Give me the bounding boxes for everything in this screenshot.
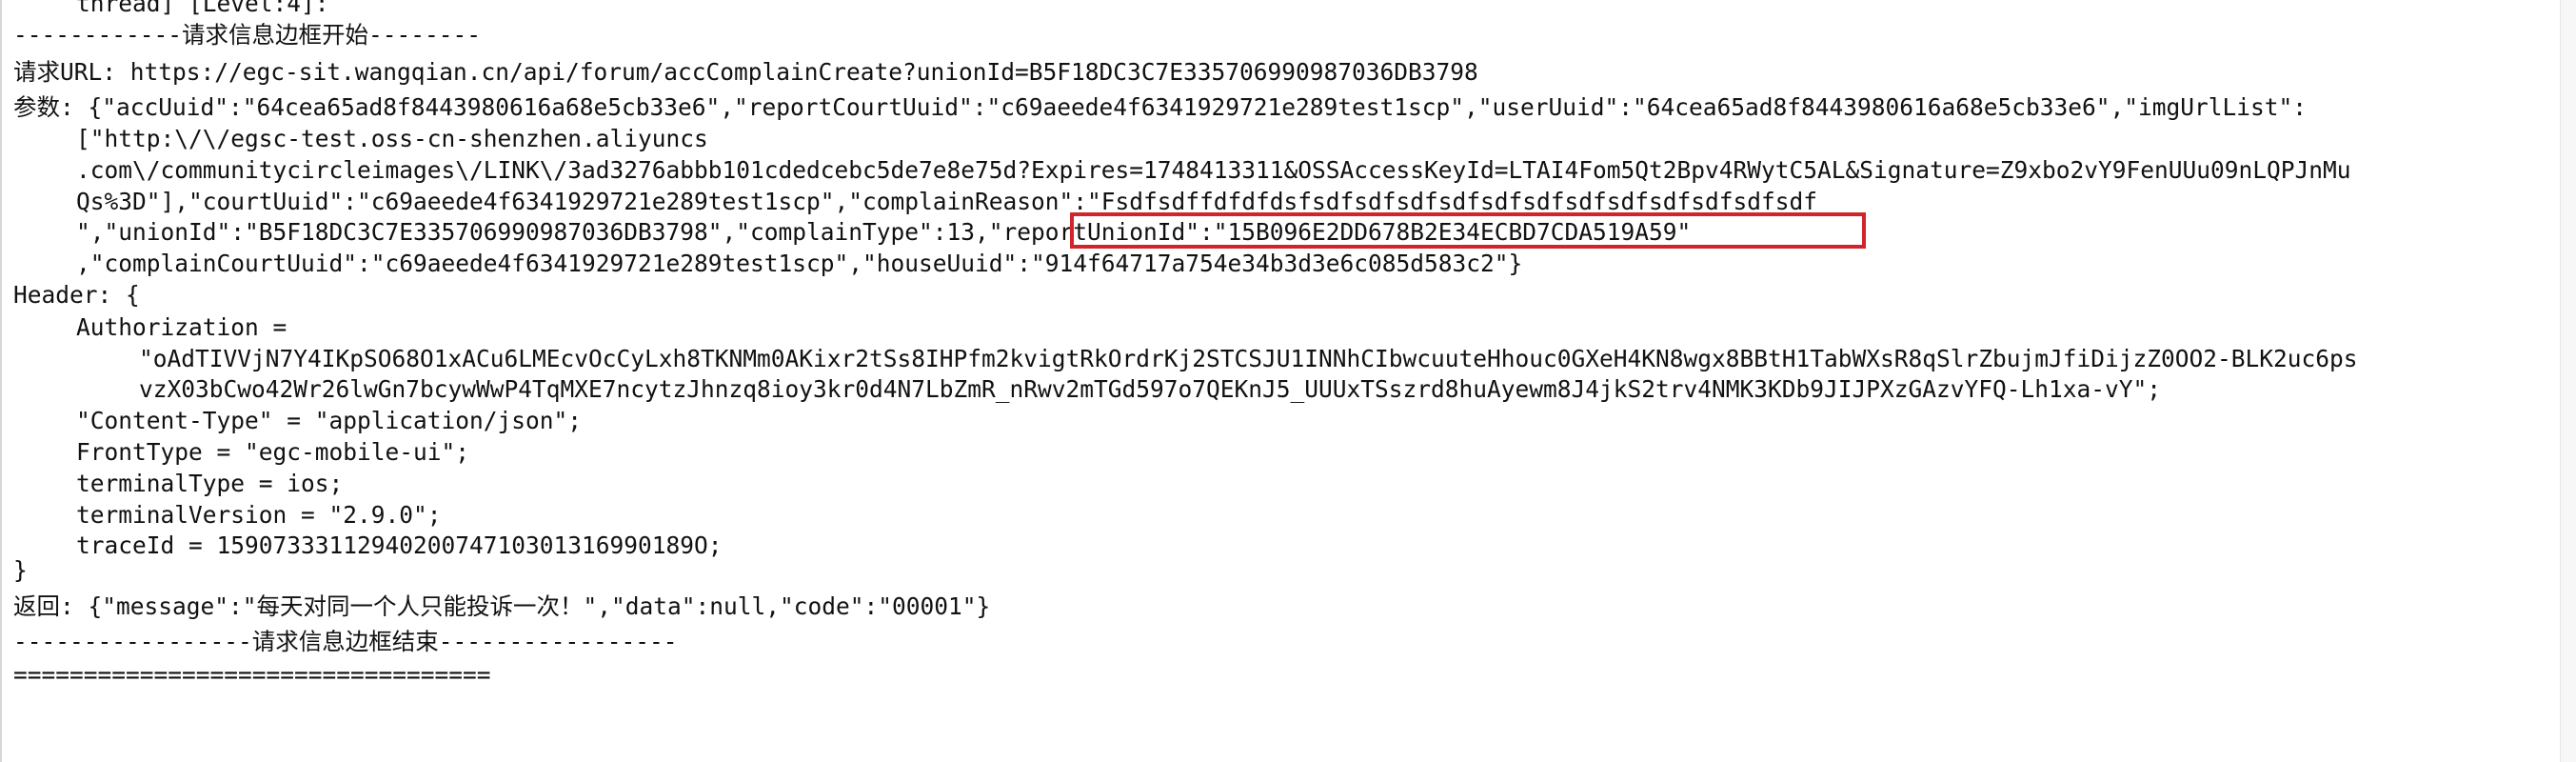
log-line: traceId = 159073331129402007471030131699…	[76, 531, 723, 559]
log-line: ,"complainCourtUuid":"c69aeede4f63419297…	[76, 250, 1523, 277]
log-line: .com\/communitycircleimages\/LINK\/3ad32…	[76, 156, 2351, 184]
log-line: terminalVersion = "2.9.0";	[76, 501, 442, 529]
log-line: 参数: {"accUuid":"64cea65ad8f8443980616a68…	[13, 93, 2308, 121]
console-log-output: thread] [Level:4]: ------------请求信息边框开始-…	[0, 0, 2561, 762]
log-line: terminalType = ios;	[76, 470, 344, 497]
log-line: "oAdTIVVjN7Y4IKpSO68O1xACu6LMEcvOcCyLxh8…	[139, 345, 2358, 372]
log-line: ["http:\/\/egsc-test.oss-cn-shenzhen.ali…	[76, 125, 708, 152]
log-line: 请求URL: https://egc-sit.wangqian.cn/api/f…	[13, 58, 1478, 86]
log-line: ------------请求信息边框开始--------	[13, 21, 482, 49]
log-line: Authorization =	[76, 313, 287, 341]
vertical-scrollbar[interactable]	[2560, 0, 2576, 762]
log-line: vzX03bCwo42Wr26lwGn7bcywWwP4TqMXE7ncytzJ…	[139, 375, 2162, 403]
log-line: 返回: {"message":"每天对同一个人只能投诉一次！","data":n…	[13, 592, 991, 620]
log-line: "Content-Type" = "application/json";	[76, 407, 583, 434]
log-line: FrontType = "egc-mobile-ui";	[76, 438, 470, 466]
red-highlight-box	[1070, 212, 1866, 249]
log-line: thread] [Level:4]:	[76, 0, 329, 17]
log-line: -----------------请求信息边框结束---------------…	[13, 628, 678, 655]
log-line: Header: {	[13, 281, 140, 309]
log-line: }	[13, 556, 28, 584]
log-line: ==================================	[13, 661, 491, 689]
